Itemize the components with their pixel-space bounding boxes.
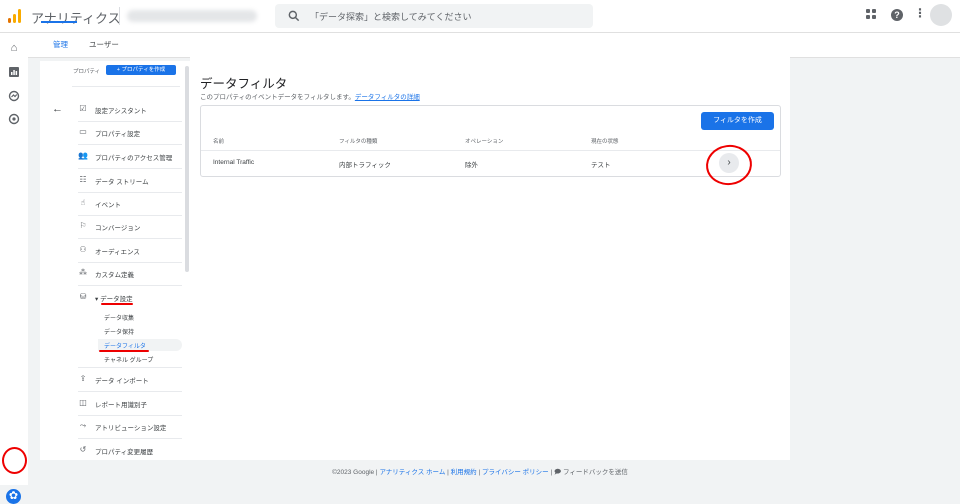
data-filters-table-card: フィルタを作成 名前 フィルタの種類 オペレーション 現在の状態 Interna… (200, 105, 781, 177)
database-icon: ⛁ (79, 292, 87, 301)
account-selector[interactable] (127, 10, 257, 22)
checklist-icon: ☑ (79, 104, 87, 113)
page-title: データフィルタ (200, 77, 288, 91)
page-description: このプロパティのイベントデータをフィルタします。データフィルタの詳細 (200, 94, 420, 101)
advertising-icon[interactable] (8, 113, 20, 125)
admin-nav-panel: プロパティ + プロパティを作成 ← ☑ 設定アシスタント ▭ プロパティ設定 … (40, 61, 190, 460)
top-app-bar: アナリティクス 「データ探索」と検索してみてください ? ⋮ (0, 0, 960, 33)
gear-icon[interactable]: ✿ (6, 489, 21, 504)
nav-divider (78, 215, 182, 216)
nav-item-data-import[interactable]: ⇪ データ インポート (78, 373, 188, 387)
admin-tabs: 管理 ユーザー (28, 33, 960, 58)
apps-grid-icon[interactable] (866, 9, 876, 19)
nav-divider (78, 262, 182, 263)
footer-link-analytics-home[interactable]: アナリティクス ホーム (379, 469, 445, 476)
footer-link-terms[interactable]: 利用規約 (451, 469, 477, 476)
data-streams-icon: ☷ (79, 175, 87, 184)
audience-icon: ⚇ (79, 245, 87, 254)
nav-divider (78, 192, 182, 193)
history-icon: ↺ (79, 445, 87, 454)
cell-operation: 除外 (465, 162, 478, 169)
header-divider (119, 7, 120, 25)
footer-copyright: ©2023 Google | (332, 469, 380, 476)
cell-filter-type: 内部トラフィック (339, 162, 391, 169)
avatar[interactable] (930, 4, 952, 26)
nav-item-property-change-history[interactable]: ↺ プロパティ変更履歴 (78, 444, 188, 458)
nav-item-reporting-identity[interactable]: ◫ レポート用識別子 (78, 397, 188, 411)
nav-item-audiences[interactable]: ⚇ オーディエンス (78, 244, 188, 258)
cell-status: テスト (591, 162, 611, 169)
flag-icon: ⚐ (79, 221, 87, 230)
left-rail: ⌂ ✿ (0, 33, 28, 504)
nav-item-property-settings[interactable]: ▭ プロパティ設定 (78, 126, 188, 140)
events-icon: ☝ (80, 198, 86, 207)
main-content: データフィルタ このプロパティのイベントデータをフィルタします。データフィルタの… (190, 57, 790, 460)
app-title: アナリティクス (31, 11, 121, 26)
search-icon (288, 10, 300, 22)
custom-definitions-icon: ⁂ (79, 268, 87, 277)
nav-divider (78, 367, 182, 368)
nav-item-data-streams[interactable]: ☷ データ ストリーム (78, 174, 188, 188)
nav-item-property-access[interactable]: 👥 プロパティのアクセス管理 (78, 150, 188, 164)
column-header-name[interactable]: 名前 (213, 137, 224, 145)
nav-divider (78, 391, 182, 392)
home-icon[interactable]: ⌂ (8, 42, 20, 54)
nav-divider (78, 415, 182, 416)
reports-icon[interactable] (8, 66, 20, 78)
footer-link-privacy[interactable]: プライバシー ポリシー (482, 469, 549, 476)
nav-divider (78, 285, 182, 286)
back-arrow-icon[interactable]: ← (52, 103, 63, 115)
analytics-logo-icon[interactable] (8, 9, 22, 23)
red-annotation-underline-data-settings (101, 303, 133, 305)
attribution-icon: ⤳ (79, 421, 87, 430)
nav-item-events[interactable]: ☝ イベント (78, 197, 188, 211)
tab-admin[interactable]: 管理 (53, 39, 68, 50)
feedback-icon: 🗩 (553, 469, 562, 476)
column-header-status[interactable]: 現在の状態 (591, 137, 619, 145)
footer: ©2023 Google | アナリティクス ホーム | 利用規約 | プライバ… (332, 469, 628, 476)
upload-icon: ⇪ (79, 374, 87, 383)
report-identity-icon: ◫ (79, 398, 87, 407)
learn-more-link[interactable]: データフィルタの詳細 (355, 94, 420, 101)
more-vert-icon[interactable]: ⋮ (914, 6, 926, 20)
nav-item-conversions[interactable]: ⚐ コンバージョン (78, 220, 188, 234)
nav-item-setup-assistant[interactable]: ☑ 設定アシスタント (78, 103, 188, 117)
red-annotation-underline-data-filters (99, 350, 149, 352)
active-tab-indicator (41, 21, 77, 23)
nav-item-custom-definitions[interactable]: ⁂ カスタム定義 (78, 267, 188, 281)
nav-item-data-settings[interactable]: ⛁ ▾ データ設定 (78, 291, 188, 305)
nav-divider (78, 438, 182, 439)
subitem-channel-groups[interactable]: チャネル グループ (104, 355, 153, 364)
nav-item-attribution-settings[interactable]: ⤳ アトリビューション設定 (78, 420, 188, 434)
explore-icon[interactable] (8, 90, 20, 102)
tab-user[interactable]: ユーザー (89, 39, 119, 50)
footer-feedback[interactable]: フィードバックを送信 (563, 469, 628, 476)
search-bar[interactable]: 「データ探索」と検索してみてください (275, 4, 593, 28)
table-divider (201, 150, 780, 151)
help-icon[interactable]: ? (891, 9, 903, 21)
subitem-data-collection[interactable]: データ収集 (104, 313, 134, 322)
subitem-data-retention[interactable]: データ保持 (104, 327, 134, 336)
create-property-button[interactable]: + プロパティを作成 (106, 65, 176, 75)
property-selector[interactable] (72, 86, 180, 87)
property-settings-icon: ▭ (79, 127, 87, 136)
nav-scrollbar[interactable] (185, 66, 189, 272)
cell-name: Internal Traffic (213, 159, 255, 166)
nav-divider (78, 144, 182, 145)
property-column-label: プロパティ (73, 69, 101, 75)
create-filter-button[interactable]: フィルタを作成 (701, 112, 774, 130)
people-icon: 👥 (78, 151, 88, 160)
search-placeholder: 「データ探索」と検索してみてください (310, 12, 472, 22)
nav-divider (78, 121, 182, 122)
column-header-filter-type[interactable]: フィルタの種類 (339, 137, 377, 145)
nav-divider (78, 168, 182, 169)
column-header-operation[interactable]: オペレーション (465, 137, 503, 145)
nav-divider (78, 238, 182, 239)
subitem-data-filters[interactable]: データフィルタ (104, 341, 146, 350)
